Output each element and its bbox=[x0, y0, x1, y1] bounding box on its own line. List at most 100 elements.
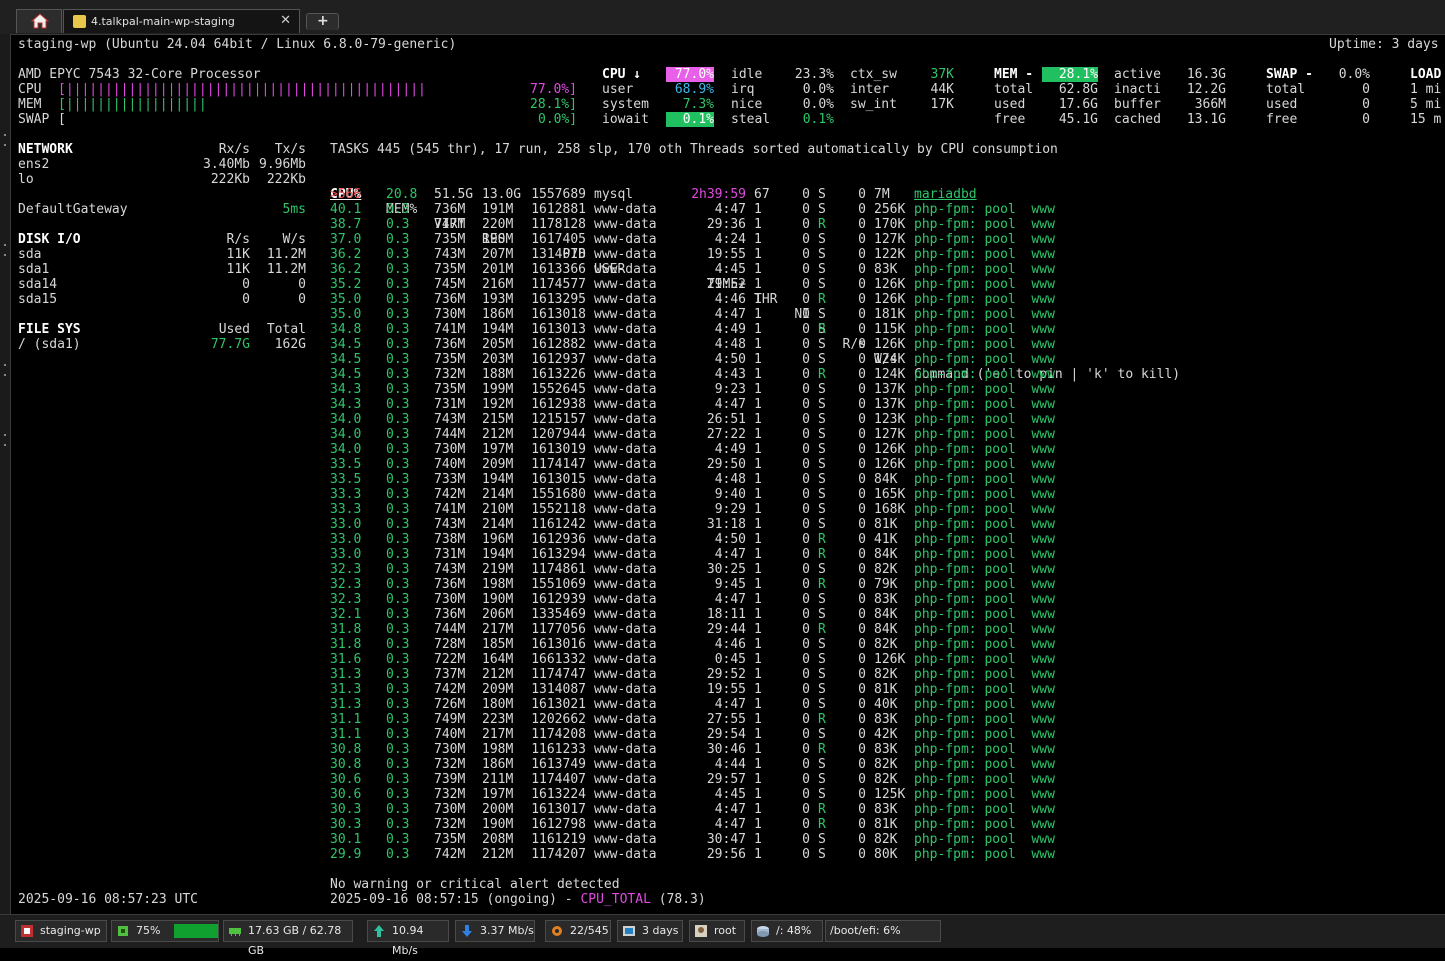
status-disk-efi[interactable]: /boot/efi: 6% bbox=[825, 920, 941, 942]
cell-res: 212M bbox=[482, 847, 514, 862]
table-row[interactable]: 32.1 0.3 736M 206M 1335469 www-data 18:11 1 0 S 0 8… bbox=[330, 607, 1430, 622]
table-row[interactable]: 33.0 0.3 738M 196M 1612936 www-data 4:50 1 0 R 0 41… bbox=[330, 532, 1430, 547]
table-row[interactable]: 30.3 0.3 730M 200M 1613017 www-data 4:47 1 0 R 0 83… bbox=[330, 802, 1430, 817]
cell-command: php-fpm: pool www bbox=[914, 667, 1055, 682]
table-row[interactable]: 33.0 0.3 731M 194M 1613294 www-data 4:47 1 0 R 0 84… bbox=[330, 547, 1430, 562]
table-row[interactable]: 34.0 0.3 730M 197M 1613019 www-data 4:49 1 0 S 0 12… bbox=[330, 442, 1430, 457]
new-tab-button[interactable]: + bbox=[306, 13, 339, 30]
command-name: www bbox=[1031, 412, 1055, 427]
cell-ni: 0 bbox=[802, 367, 810, 382]
table-row[interactable]: 33.3 0.3 742M 214M 1551680 www-data 9:40 1 0 S 0 16… bbox=[330, 487, 1430, 502]
status-download[interactable]: 3.37 Mb/s bbox=[455, 920, 535, 942]
table-row[interactable]: 36.2 0.3 735M 201M 1613366 www-data 4:45 1 0 S 0 83… bbox=[330, 262, 1430, 277]
table-row[interactable]: 35.0 0.3 736M 193M 1613295 www-data 4:46 1 0 R 0 12… bbox=[330, 292, 1430, 307]
table-row[interactable]: 34.5 0.3 732M 188M 1613226 www-data 4:43 1 0 R 0 12… bbox=[330, 367, 1430, 382]
table-row[interactable]: 35.2 0.3 745M 216M 1174577 www-data 29:52 1 0 S 0 1… bbox=[330, 277, 1430, 292]
table-row[interactable]: 31.1 0.3 740M 217M 1174208 www-data 29:54 1 0 S 0 4… bbox=[330, 727, 1430, 742]
cell-ws: 41K bbox=[874, 532, 898, 547]
command-prog: php-fpm: bbox=[914, 457, 977, 472]
table-row[interactable]: 34.0 0.3 744M 212M 1207944 www-data 27:22 1 0 S 0 1… bbox=[330, 427, 1430, 442]
cell-rs: 0 bbox=[858, 382, 866, 397]
table-row[interactable]: 33.5 0.3 740M 209M 1174147 www-data 29:50 1 0 S 0 1… bbox=[330, 457, 1430, 472]
cell-command: php-fpm: pool www bbox=[914, 607, 1055, 622]
table-row[interactable]: 31.3 0.3 742M 209M 1314087 www-data 19:55 1 0 S 0 8… bbox=[330, 682, 1430, 697]
cpu-graph bbox=[174, 924, 218, 938]
cell-time: 4:47 bbox=[714, 202, 746, 217]
table-row[interactable]: 30.3 0.3 732M 190M 1612798 www-data 4:47 1 0 R 0 81… bbox=[330, 817, 1430, 832]
cell-virt: 732M bbox=[434, 757, 466, 772]
table-row[interactable]: 32.3 0.3 730M 190M 1612939 www-data 4:47 1 0 S 0 83… bbox=[330, 592, 1430, 607]
cell-res: 205M bbox=[482, 337, 514, 352]
cell-ws: 126K bbox=[874, 337, 906, 352]
table-row[interactable]: 31.1 0.3 749M 223M 1202662 www-data 27:55 1 0 R 0 8… bbox=[330, 712, 1430, 727]
cell-rs: 0 bbox=[858, 742, 866, 757]
table-row[interactable]: 33.5 0.3 733M 194M 1613015 www-data 4:48 1 0 S 0 84… bbox=[330, 472, 1430, 487]
command-pool: pool bbox=[984, 427, 1016, 442]
status-upload[interactable]: 10.94 Mb/s bbox=[367, 920, 449, 957]
table-row[interactable]: 37.0 0.3 735M 190M 1617405 www-data 4:24 1 0 S 0 12… bbox=[330, 232, 1430, 247]
table-row[interactable]: 40.1 0.3 736M 191M 1612881 www-data 4:47 1 0 S 0 25… bbox=[330, 202, 1430, 217]
table-row[interactable]: 38.7 0.3 747M 220M 1178128 www-data 29:36 1 0 R 0 1… bbox=[330, 217, 1430, 232]
network-iface-ens2: ens2 bbox=[18, 157, 50, 172]
status-cpu[interactable]: 75% bbox=[111, 920, 219, 942]
table-row[interactable]: 34.5 0.3 736M 205M 1612882 www-data 4:48 1 0 S 0 12… bbox=[330, 337, 1430, 352]
table-row[interactable]: 33.0 0.3 743M 214M 1161242 www-data 31:18 1 0 S 0 8… bbox=[330, 517, 1430, 532]
table-row[interactable]: 32.3 0.3 743M 219M 1174861 www-data 30:25 1 0 S 0 8… bbox=[330, 562, 1430, 577]
table-row[interactable]: 35.0 0.3 730M 186M 1613018 www-data 4:47 1 0 S 0 18… bbox=[330, 307, 1430, 322]
cell-cpu: 35.0 bbox=[330, 307, 362, 322]
table-row[interactable]: 30.6 0.3 739M 211M 1174407 www-data 29:57 1 0 S 0 8… bbox=[330, 772, 1430, 787]
table-row-top[interactable]: >566 20.8 51.5G 13.0G 1557689 mysql 2h39… bbox=[330, 187, 1430, 202]
command-prog: php-fpm: bbox=[914, 232, 977, 247]
cell-mem: 0.3 bbox=[386, 412, 410, 427]
cell-mem: 0.3 bbox=[386, 847, 410, 862]
cell-ws: 137K bbox=[874, 397, 906, 412]
table-row[interactable]: 31.8 0.3 728M 185M 1613016 www-data 4:46 1 0 S 0 82… bbox=[330, 637, 1430, 652]
table-row[interactable]: 30.1 0.3 735M 208M 1161219 www-data 30:47 1 0 S 0 8… bbox=[330, 832, 1430, 847]
cell-time: 4:46 bbox=[714, 292, 746, 307]
status-disk-root[interactable]: /: 48% bbox=[751, 920, 823, 942]
status-processes[interactable]: 22/545 bbox=[545, 920, 611, 942]
table-row[interactable]: 34.0 0.3 743M 215M 1215157 www-data 26:51 1 0 S 0 1… bbox=[330, 412, 1430, 427]
cell-pid: 1612936 bbox=[531, 532, 586, 547]
mem-buffer-label: buffer bbox=[1114, 97, 1161, 112]
status-mem[interactable]: 17.63 GB / 62.78 GB bbox=[223, 920, 353, 957]
command-prog: php-fpm: bbox=[914, 667, 977, 682]
table-row[interactable]: 30.8 0.3 732M 186M 1613749 www-data 4:44 1 0 S 0 82… bbox=[330, 757, 1430, 772]
status-user[interactable]: root bbox=[689, 920, 745, 942]
table-row[interactable]: 33.3 0.3 741M 210M 1552118 www-data 9:29 1 0 S 0 16… bbox=[330, 502, 1430, 517]
cell-command: php-fpm: pool www bbox=[914, 817, 1055, 832]
table-row[interactable]: 34.3 0.3 735M 199M 1552645 www-data 9:23 1 0 S 0 13… bbox=[330, 382, 1430, 397]
close-tab-icon[interactable]: ✕ bbox=[280, 13, 291, 28]
table-row[interactable]: 34.8 0.3 741M 194M 1613013 www-data 4:49 1 0 R 0 11… bbox=[330, 322, 1430, 337]
tab-active-session[interactable]: 4.talkpal-main-wp-staging ✕ bbox=[63, 9, 300, 33]
cell-ni: 0 bbox=[802, 202, 810, 217]
table-row[interactable]: 31.6 0.3 722M 164M 1661332 www-data 0:45 1 0 S 0 12… bbox=[330, 652, 1430, 667]
table-row[interactable]: 30.8 0.3 730M 198M 1161233 www-data 30:46 1 0 R 0 8… bbox=[330, 742, 1430, 757]
table-row[interactable]: 36.2 0.3 743M 207M 1314078 www-data 19:55 1 0 S 0 1… bbox=[330, 247, 1430, 262]
table-row[interactable]: 34.3 0.3 731M 192M 1612938 www-data 4:47 1 0 S 0 13… bbox=[330, 397, 1430, 412]
command-name: www bbox=[1031, 247, 1055, 262]
table-row[interactable]: 29.9 0.3 742M 212M 1174207 www-data 29:56 1 0 S 0 8… bbox=[330, 847, 1430, 862]
cell-thr: 1 bbox=[754, 232, 762, 247]
table-row[interactable]: 34.5 0.3 735M 203M 1612937 www-data 4:50 1 0 S 0 12… bbox=[330, 352, 1430, 367]
status-host[interactable]: staging-wp bbox=[15, 920, 107, 942]
table-row[interactable]: 31.8 0.3 744M 217M 1177056 www-data 29:44 1 0 R 0 8… bbox=[330, 622, 1430, 637]
table-row[interactable]: 32.3 0.3 736M 198M 1551069 www-data 9:45 1 0 R 0 79… bbox=[330, 577, 1430, 592]
cpu-iowait: 0.1% bbox=[666, 112, 714, 127]
table-row[interactable]: 30.6 0.3 732M 197M 1613224 www-data 4:45 1 0 S 0 12… bbox=[330, 787, 1430, 802]
cell-rs: 0 bbox=[858, 802, 866, 817]
swap-free: 0 bbox=[1362, 112, 1370, 127]
table-row[interactable]: 31.3 0.3 737M 212M 1174747 www-data 29:52 1 0 S 0 8… bbox=[330, 667, 1430, 682]
table-row[interactable]: 31.3 0.3 726M 180M 1613021 www-data 4:47 1 0 S 0 40… bbox=[330, 697, 1430, 712]
cell-command: php-fpm: pool www bbox=[914, 397, 1055, 412]
command-prog: php-fpm: bbox=[914, 757, 977, 772]
cell-time: 29:52 bbox=[706, 667, 746, 682]
process-table[interactable]: >566 20.8 51.5G 13.0G 1557689 mysql 2h39… bbox=[330, 187, 1430, 862]
cell-ws: 127K bbox=[874, 232, 906, 247]
tab-home[interactable] bbox=[16, 9, 62, 33]
cell-ws: 83K bbox=[874, 262, 898, 277]
user-icon bbox=[695, 925, 707, 937]
cell-res: 186M bbox=[482, 307, 514, 322]
status-uptime[interactable]: 3 days bbox=[617, 920, 683, 942]
command-name: www bbox=[1031, 292, 1055, 307]
